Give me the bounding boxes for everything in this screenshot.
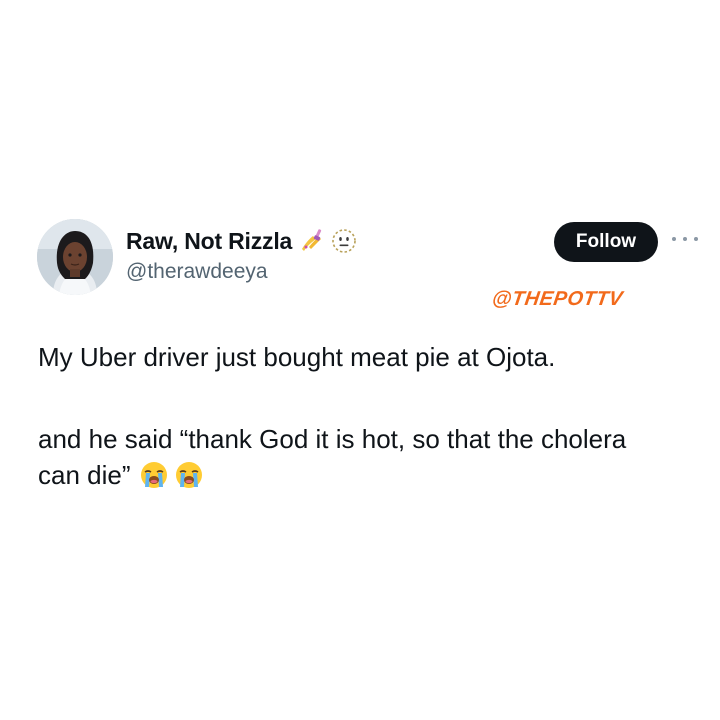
tweet-card: Raw, Not Rizzla @therawdeeya Follow @THE… [0, 0, 720, 720]
watermark: @THEPOTTV [490, 288, 625, 310]
more-dots-icon[interactable] [672, 229, 698, 249]
tweet-text-line-2: and he said “thank God it is hot, so tha… [38, 424, 627, 454]
loudly-crying-face-icon [174, 460, 204, 490]
follow-button[interactable]: Follow [554, 222, 658, 262]
user-handle[interactable]: @therawdeeya [126, 260, 268, 284]
tweet-text-line-3-row: can die” [38, 457, 708, 493]
more-dot [672, 237, 676, 241]
more-dot [694, 237, 698, 241]
more-dot [683, 237, 687, 241]
nail-polish-icon [297, 227, 325, 255]
display-name[interactable]: Raw, Not Rizzla [126, 228, 292, 255]
profile-photo [37, 219, 113, 295]
loudly-crying-face-icon [139, 460, 169, 490]
dotted-line-face-icon [330, 227, 358, 255]
display-name-row: Raw, Not Rizzla [126, 226, 358, 256]
tweet-text-line-1: My Uber driver just bought meat pie at O… [38, 342, 556, 372]
avatar[interactable] [37, 219, 113, 295]
tweet-text-line-3: can die” [38, 460, 131, 490]
